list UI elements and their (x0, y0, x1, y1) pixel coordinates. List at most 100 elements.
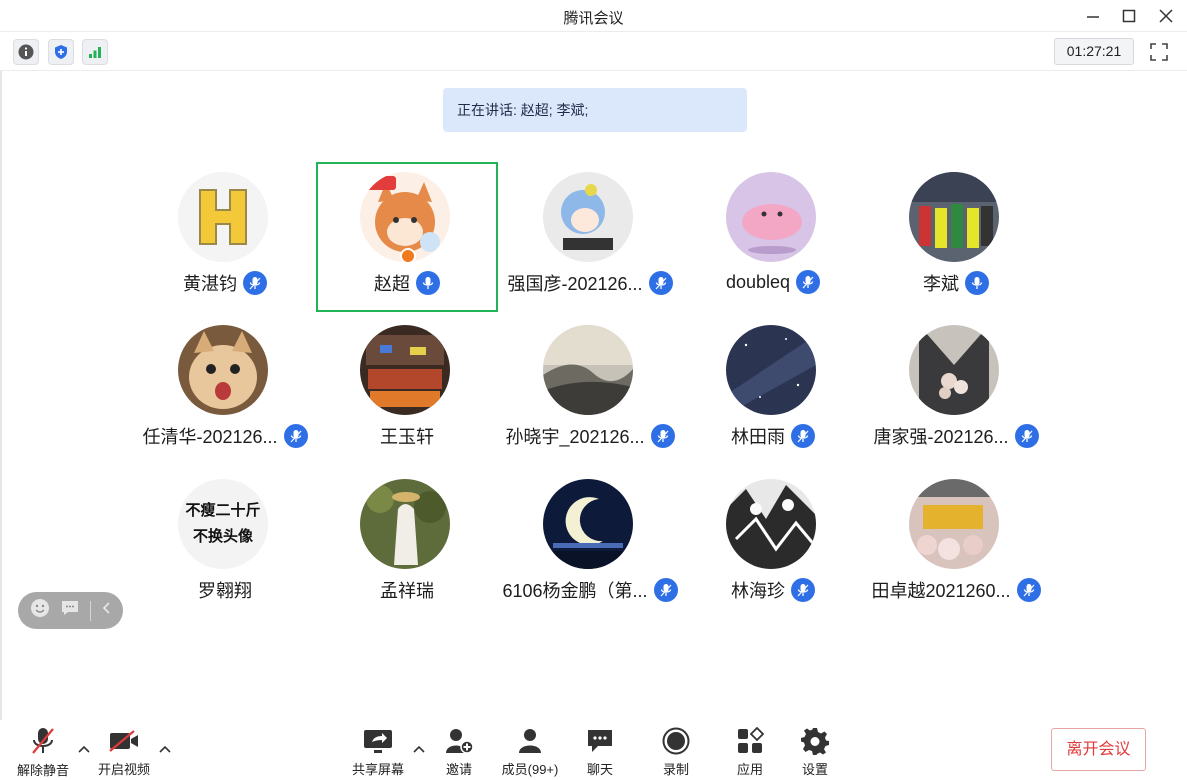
participant-tile[interactable]: 田卓越2021260... (865, 469, 1047, 619)
participant-name: 王玉轩 (380, 427, 434, 447)
meeting-info-button[interactable] (13, 39, 39, 65)
avatar (178, 325, 268, 415)
emoji-icon (31, 599, 49, 617)
apps-icon (738, 726, 764, 753)
apps-button[interactable]: 应用 (714, 726, 786, 778)
mic-icon (1014, 424, 1039, 448)
share-screen-label: 共享屏幕 (351, 762, 404, 777)
start-video-button[interactable]: 开启视频 (88, 726, 160, 778)
chevron-up-icon (159, 745, 171, 753)
avatar (178, 172, 268, 262)
participant-tile[interactable]: 王玉轩 (316, 315, 498, 465)
left-edge-border (0, 71, 2, 721)
invite-label: 邀请 (445, 762, 472, 777)
mic-icon (653, 578, 678, 602)
participant-tile[interactable]: 孙晓宇_202126... (499, 315, 681, 465)
participant-name: 强国彦-202126... (507, 274, 643, 294)
mic-icon (416, 271, 440, 295)
invite-user-icon (446, 728, 474, 754)
participant-tile[interactable]: 强国彦-202126... (499, 162, 681, 312)
mic-icon (283, 424, 308, 448)
signal-icon (89, 47, 101, 58)
avatar (543, 172, 633, 262)
mic-icon (791, 578, 815, 602)
avatar: 不瘦二十斤 不换头像 (178, 479, 268, 569)
participant-name: 黄湛钧 (183, 274, 237, 294)
avatar (909, 325, 999, 415)
quick-chat-button[interactable] (60, 599, 80, 622)
participant-name: 赵超 (374, 274, 410, 294)
collapse-button[interactable] (101, 601, 111, 620)
title-bar: 腾讯会议 (0, 0, 1187, 32)
chat-label: 聊天 (586, 762, 613, 777)
mic-icon (796, 270, 821, 294)
apps-label: 应用 (736, 762, 763, 777)
avatar (360, 325, 450, 415)
participant-tile[interactable]: 黄湛钧 (134, 162, 316, 312)
participant-tile[interactable]: 任清华-202126... (134, 315, 316, 465)
unmute-button[interactable]: 解除静音 (7, 726, 79, 778)
speaking-banner: 正在讲话: 赵超; 李斌; (443, 88, 747, 132)
participant-tile[interactable]: 林田雨 (682, 315, 864, 465)
mic-muted-icon (32, 728, 54, 754)
participant-name: 林田雨 (731, 427, 785, 447)
participant-name: 李斌 (923, 274, 959, 294)
avatar (543, 325, 633, 415)
emoji-button[interactable] (30, 598, 50, 623)
participant-tile-active[interactable]: 赵超 (316, 162, 498, 312)
members-icon (519, 728, 541, 753)
members-button[interactable]: 成员(99+) (494, 726, 566, 778)
participant-tile[interactable]: 孟祥瑞 (316, 469, 498, 619)
bottom-toolbar: 解除静音 开启视频 共享屏幕 邀请 成员(99+) 聊天 录制 应用 设置 离开… (0, 720, 1187, 780)
avatar (726, 325, 816, 415)
unmute-label: 解除静音 (16, 763, 69, 778)
start-video-label: 开启视频 (97, 762, 150, 777)
avatar-text-line: 不换头像 (192, 528, 253, 545)
maximize-icon (1122, 9, 1136, 23)
participant-name: 林海珍 (731, 581, 785, 601)
participant-tile[interactable]: 不瘦二十斤 不换头像 罗翱翔 (134, 469, 316, 619)
share-screen-button[interactable]: 共享屏幕 (342, 726, 414, 778)
video-options-caret[interactable] (158, 742, 172, 756)
participant-name: 孙晓宇_202126... (505, 427, 645, 447)
participant-tile[interactable]: 6106杨金鹏（第... (499, 469, 681, 619)
info-icon (18, 44, 34, 60)
security-button[interactable] (48, 39, 74, 65)
avatar (726, 479, 816, 569)
network-status-button[interactable] (82, 39, 108, 65)
record-button[interactable]: 录制 (640, 726, 712, 778)
participant-tile[interactable]: 林海珍 (682, 469, 864, 619)
avatar (909, 172, 999, 262)
mic-icon (791, 424, 815, 448)
close-button[interactable] (1151, 4, 1181, 28)
fullscreen-button[interactable] (1146, 39, 1172, 65)
shield-icon (55, 45, 67, 59)
settings-button[interactable]: 设置 (779, 726, 851, 778)
gear-icon (801, 727, 829, 755)
members-label: 成员(99+) (501, 762, 559, 777)
record-icon (662, 727, 690, 754)
maximize-button[interactable] (1114, 4, 1144, 28)
invite-button[interactable]: 邀请 (423, 726, 495, 778)
leave-meeting-button[interactable]: 离开会议 (1051, 728, 1146, 771)
camera-off-icon (109, 729, 138, 752)
mic-icon (965, 271, 989, 295)
close-icon (1159, 9, 1173, 23)
participant-name: 唐家强-202126... (873, 427, 1009, 447)
host-badge (400, 248, 416, 264)
divider (90, 600, 91, 621)
chat-button[interactable]: 聊天 (564, 726, 636, 778)
share-screen-icon (364, 729, 392, 753)
mic-icon (1016, 578, 1041, 602)
participant-name: 孟祥瑞 (380, 581, 434, 601)
participant-tile[interactable]: 李斌 (865, 162, 1047, 312)
fullscreen-icon (1150, 43, 1168, 61)
avatar (909, 479, 999, 569)
settings-label: 设置 (801, 762, 828, 777)
participant-tile[interactable]: doubleq (682, 162, 864, 312)
participant-tile[interactable]: 唐家强-202126... (865, 315, 1047, 465)
avatar-text-line: 不瘦二十斤 (185, 502, 261, 519)
participant-name: 6106杨金鹏（第... (502, 581, 648, 601)
minimize-button[interactable] (1078, 4, 1108, 28)
record-label: 录制 (662, 762, 689, 777)
